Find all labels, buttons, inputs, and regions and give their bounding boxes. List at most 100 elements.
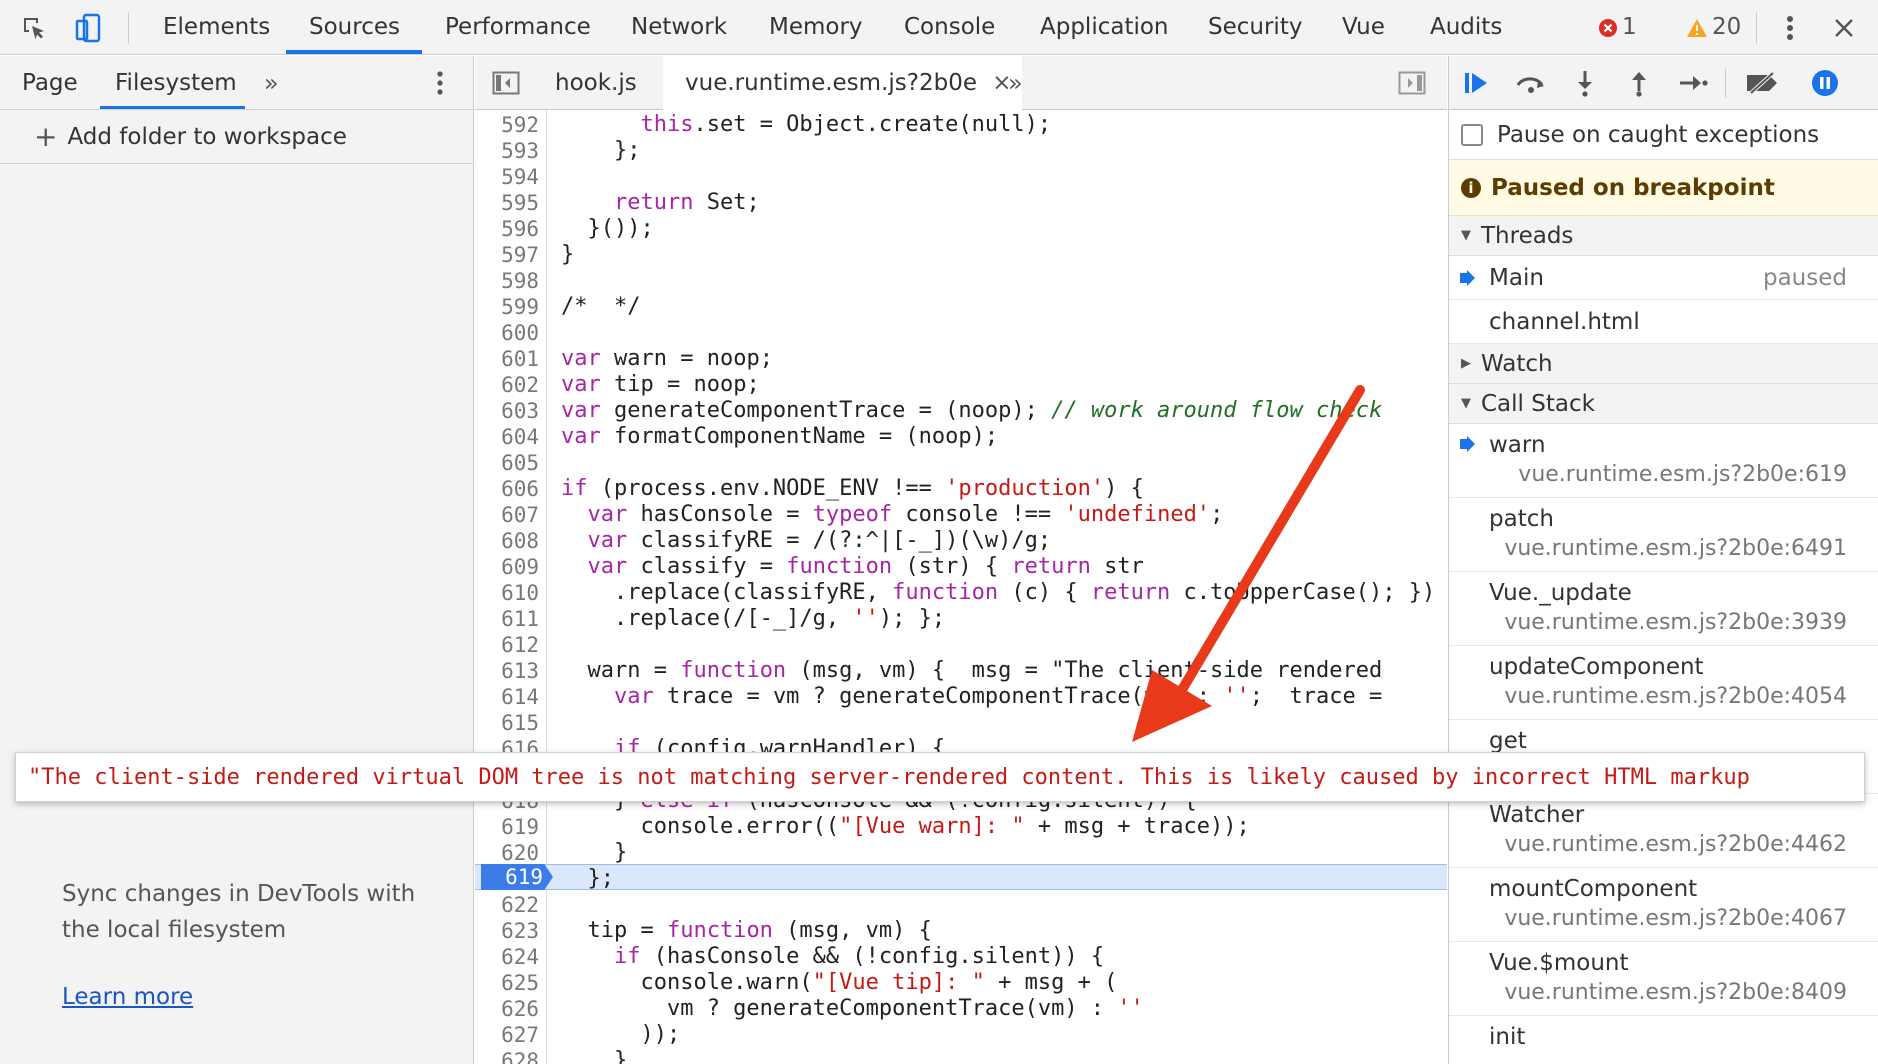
code-editor: hook.js vue.runtime.esm.js?2b0e × » 592 5… xyxy=(475,56,1447,1064)
tab-console[interactable]: Console xyxy=(904,0,995,55)
code-view[interactable]: 592 593 594 595 596 597 598 599 600 601 602 603 604 6… xyxy=(475,110,1447,1064)
line-number[interactable]: 620 xyxy=(475,840,547,866)
line-number[interactable]: 613 xyxy=(475,658,547,684)
line-number[interactable]: 614 xyxy=(475,684,547,710)
code-line: } xyxy=(561,242,575,267)
more-options-icon[interactable] xyxy=(1770,0,1810,55)
call-frame[interactable]: updateComponent vue.runtime.esm.js?2b0e:4… xyxy=(1449,646,1878,720)
close-devtools-icon[interactable] xyxy=(1822,0,1866,55)
line-number[interactable]: 598 xyxy=(475,268,547,294)
line-number[interactable]: 611 xyxy=(475,606,547,632)
inspect-element-icon[interactable] xyxy=(14,0,54,55)
line-number[interactable]: 609 xyxy=(475,554,547,580)
editor-tabs: hook.js vue.runtime.esm.js?2b0e × » xyxy=(475,56,1447,110)
line-number[interactable]: 625 xyxy=(475,970,547,996)
deactivate-breakpoints-icon[interactable] xyxy=(1739,56,1787,110)
step-out-icon[interactable] xyxy=(1615,56,1663,110)
line-number[interactable]: 595 xyxy=(475,190,547,216)
tab-application[interactable]: Application xyxy=(1040,0,1169,55)
line-number[interactable]: 608 xyxy=(475,528,547,554)
console-error-message: "The client-side rendered virtual DOM tr… xyxy=(28,765,1750,790)
line-number[interactable]: 602 xyxy=(475,372,547,398)
line-number[interactable]: 623 xyxy=(475,918,547,944)
tab-elements[interactable]: Elements xyxy=(163,0,270,55)
tab-audits[interactable]: Audits xyxy=(1430,0,1502,55)
call-frame[interactable]: Vue.$mount vue.runtime.esm.js?2b0e:8409 xyxy=(1449,942,1878,1016)
thread-main[interactable]: Main paused xyxy=(1449,256,1878,300)
line-number[interactable]: 603 xyxy=(475,398,547,424)
threads-section-header[interactable]: ▼ Threads xyxy=(1449,216,1878,256)
line-number[interactable]: 624 xyxy=(475,944,547,970)
pause-caught-exceptions-option[interactable]: Pause on caught exceptions xyxy=(1449,110,1878,160)
more-tabs-chevron-icon[interactable]: » xyxy=(1008,56,1023,110)
line-number[interactable]: 612 xyxy=(475,632,547,658)
tab-vue[interactable]: Vue xyxy=(1342,0,1385,55)
tab-memory[interactable]: Memory xyxy=(769,0,863,55)
line-number[interactable]: 615 xyxy=(475,710,547,736)
pause-on-exceptions-icon[interactable] xyxy=(1801,56,1849,110)
line-number-gutter[interactable]: 592 593 594 595 596 597 598 599 600 601 602 603 604 6… xyxy=(475,110,547,1064)
tab-performance[interactable]: Performance xyxy=(445,0,591,55)
call-frame[interactable]: warn vue.runtime.esm.js?2b0e:619 xyxy=(1449,424,1878,498)
toggle-navigator-icon[interactable] xyxy=(489,56,523,110)
call-frame[interactable]: mountComponent vue.runtime.esm.js?2b0e:40… xyxy=(1449,868,1878,942)
line-number[interactable]: 605 xyxy=(475,450,547,476)
call-frame-function: Watcher xyxy=(1489,802,1585,828)
line-number[interactable]: 596 xyxy=(475,216,547,242)
navigator-menu-icon[interactable] xyxy=(425,56,455,110)
line-number[interactable]: 597 xyxy=(475,242,547,268)
code-line: /* */ xyxy=(561,294,641,319)
line-number[interactable]: 600 xyxy=(475,320,547,346)
step-icon[interactable] xyxy=(1669,56,1717,110)
add-folder-label: Add folder to workspace xyxy=(67,123,347,150)
watch-section-header[interactable]: ▶ Watch xyxy=(1449,344,1878,384)
line-number[interactable]: 626 xyxy=(475,996,547,1022)
call-frame-function: updateComponent xyxy=(1489,654,1704,680)
toggle-debugger-icon[interactable] xyxy=(1395,56,1429,110)
tab-page[interactable]: Page xyxy=(22,56,78,110)
line-number[interactable]: 622 xyxy=(475,892,547,918)
line-number[interactable]: 599 xyxy=(475,294,547,320)
code-line: )); xyxy=(561,1022,681,1047)
line-number[interactable]: 594 xyxy=(475,164,547,190)
toolbar-divider xyxy=(1756,12,1757,44)
warning-count[interactable]: 20 xyxy=(1686,0,1741,55)
step-into-icon[interactable] xyxy=(1561,56,1609,110)
tab-network[interactable]: Network xyxy=(631,0,727,55)
code-line: var classifyRE = /(?:^|[-_])(\w)/g; xyxy=(587,528,1052,553)
step-over-icon[interactable] xyxy=(1507,56,1555,110)
more-tabs-chevron-icon[interactable]: » xyxy=(264,56,279,110)
line-number[interactable]: 604 xyxy=(475,424,547,450)
code-line: if (process.env.NODE_ENV !== 'production… xyxy=(561,476,1144,501)
pause-caught-checkbox[interactable] xyxy=(1461,123,1483,146)
thread-channel[interactable]: channel.html xyxy=(1449,300,1878,344)
file-tab-hook[interactable]: hook.js xyxy=(533,56,659,110)
call-frame[interactable]: patch vue.runtime.esm.js?2b0e:6491 xyxy=(1449,498,1878,572)
line-number[interactable]: 593 xyxy=(475,138,547,164)
line-number[interactable]: 628 xyxy=(475,1048,547,1064)
call-frame[interactable]: init xyxy=(1449,1016,1878,1064)
device-toolbar-icon[interactable] xyxy=(68,0,108,55)
line-number[interactable]: 619 xyxy=(475,814,547,840)
line-number[interactable]: 601 xyxy=(475,346,547,372)
tab-sources[interactable]: Sources xyxy=(309,0,400,55)
active-tab-indicator xyxy=(286,50,422,54)
file-tab-vue-runtime[interactable]: vue.runtime.esm.js?2b0e × xyxy=(663,56,1022,110)
line-number[interactable]: 592 xyxy=(475,112,547,138)
call-frame[interactable]: Vue._update vue.runtime.esm.js?2b0e:3939 xyxy=(1449,572,1878,646)
line-number[interactable]: 607 xyxy=(475,502,547,528)
error-count[interactable]: 1 xyxy=(1598,0,1637,55)
line-number[interactable]: 606 xyxy=(475,476,547,502)
callstack-section-header[interactable]: ▼ Call Stack xyxy=(1449,384,1878,424)
learn-more-link[interactable]: Learn more xyxy=(62,984,193,1010)
add-folder-button[interactable]: + Add folder to workspace xyxy=(0,110,473,164)
line-number[interactable]: 627 xyxy=(475,1022,547,1048)
line-number[interactable]: 610 xyxy=(475,580,547,606)
tab-security[interactable]: Security xyxy=(1208,0,1302,55)
resume-icon[interactable] xyxy=(1453,56,1501,110)
call-frame[interactable]: Watcher vue.runtime.esm.js?2b0e:4462 xyxy=(1449,794,1878,868)
tab-filesystem[interactable]: Filesystem xyxy=(115,56,237,110)
breakpoint-marker[interactable]: 619 xyxy=(481,864,553,890)
current-thread-arrow-icon xyxy=(1460,270,1475,286)
code-line: if (hasConsole && (!config.silent)) { xyxy=(613,944,1105,969)
